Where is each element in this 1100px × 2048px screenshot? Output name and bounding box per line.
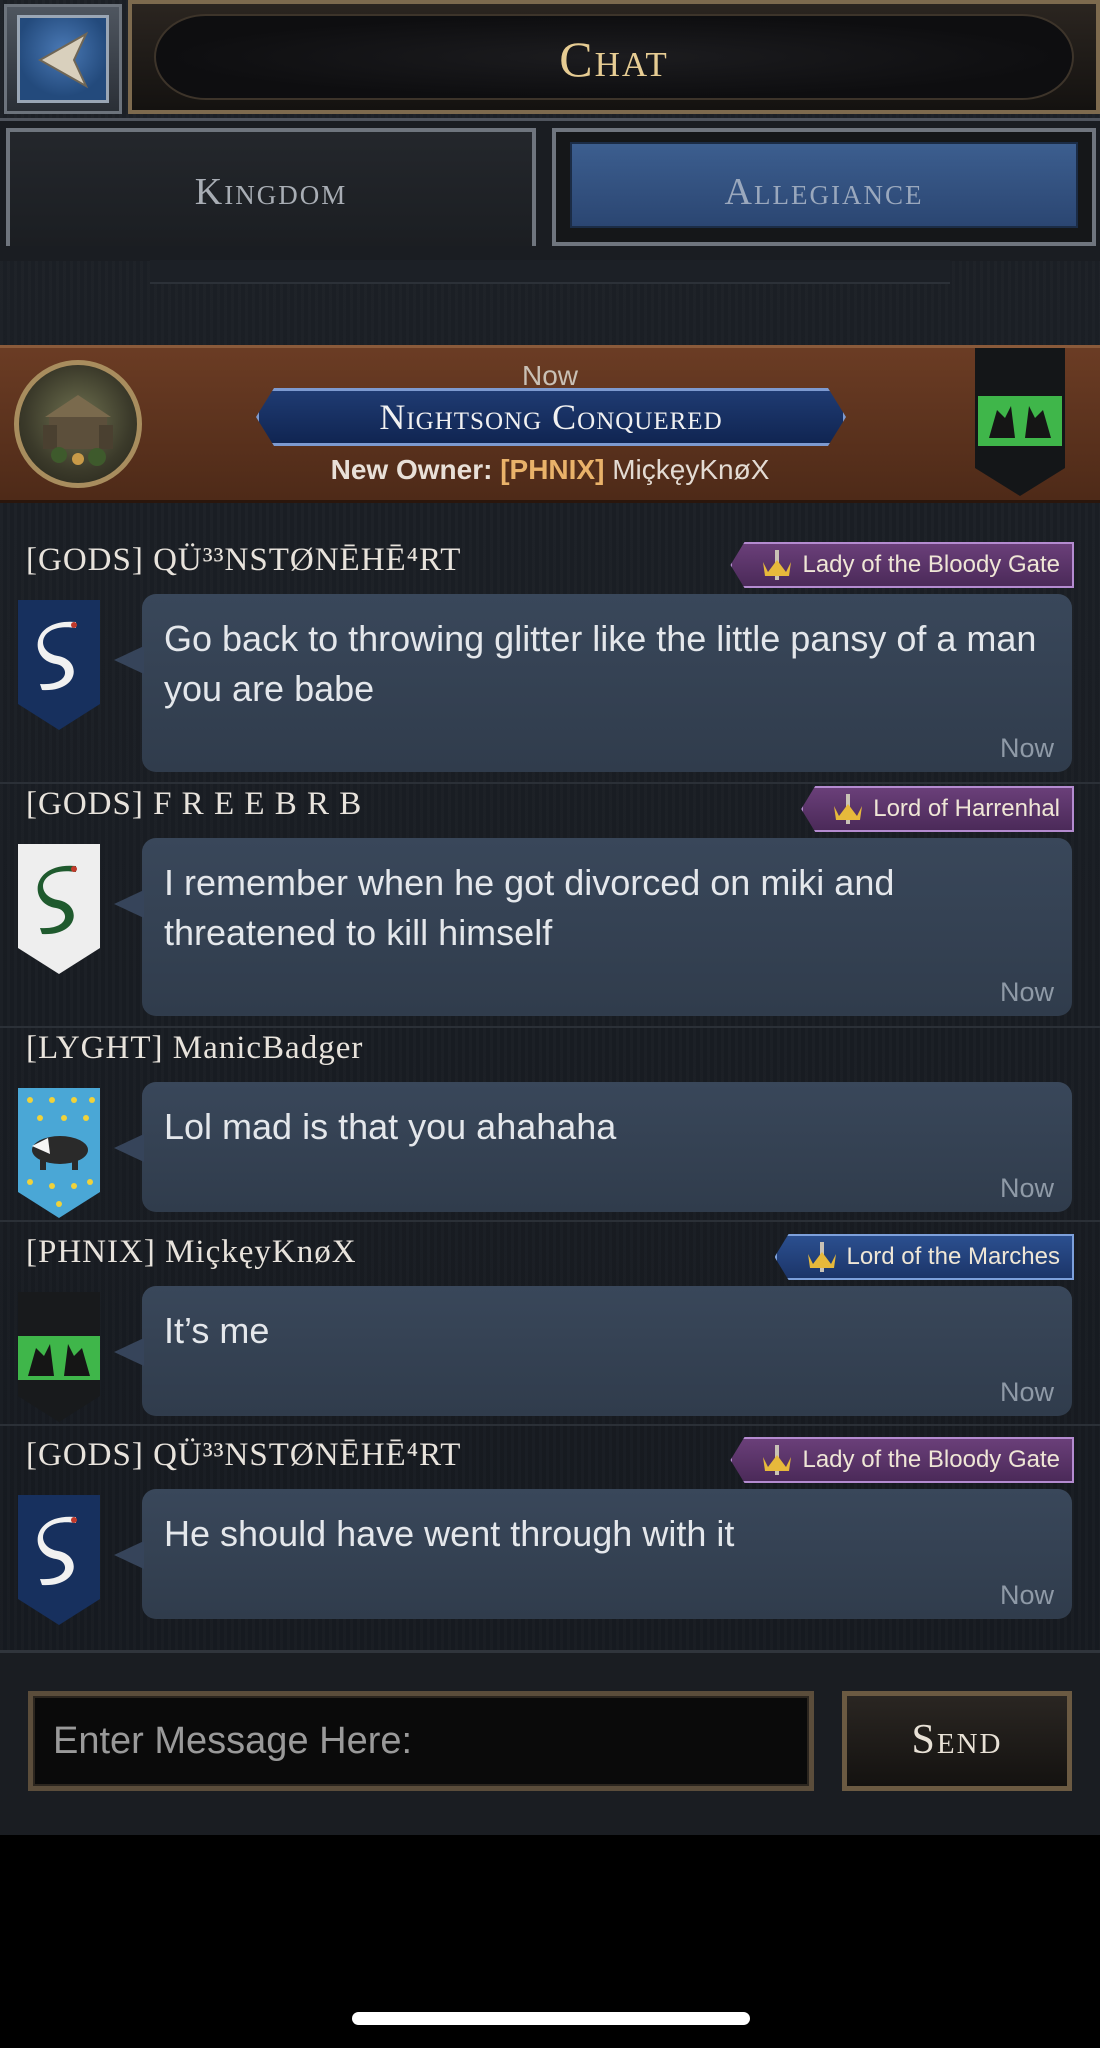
message-text: I remember when he got divorced on miki … xyxy=(164,862,895,953)
page-title: Chat xyxy=(559,31,669,87)
divider xyxy=(0,782,1100,784)
snake-sigil-blue-icon[interactable] xyxy=(18,1495,100,1625)
owner-name: MiçkęyKnøX xyxy=(612,454,770,485)
message-sender[interactable]: [GODS] QÜ³³NSTØNĒHĒ⁴RT xyxy=(26,542,461,579)
message-bubble: I remember when he got divorced on miki … xyxy=(114,838,1072,1016)
message-text: Lol mad is that you ahahaha xyxy=(164,1106,617,1147)
crown-icon xyxy=(763,1445,792,1475)
tab-allegiance-label: Allegiance xyxy=(724,171,924,213)
title-badge: Lady of the Bloody Gate xyxy=(730,1437,1074,1483)
back-arrow-icon xyxy=(37,31,89,89)
message-text: It’s me xyxy=(164,1310,270,1351)
message-sender[interactable]: [LYGHT] ManicBadger xyxy=(26,1030,363,1067)
message-item: [LYGHT] ManicBadger Lol mad is that you … xyxy=(0,1030,1100,1218)
owner-label: New Owner: xyxy=(330,454,493,485)
title-badge-label: Lady of the Bloody Gate xyxy=(802,1446,1060,1473)
announcement-owner: New Owner: [PHNIX] MiçkęyKnøX xyxy=(0,454,1100,486)
chat-screen: Chat Kingdom Allegiance Now Nightsong Co… xyxy=(0,0,1100,1835)
message-bubble: Lol mad is that you ahahaha Now xyxy=(114,1082,1072,1212)
message-input[interactable] xyxy=(33,1696,809,1786)
title-bar: Chat xyxy=(128,0,1100,114)
message-item: [GODS] F R E E B R B Lord of Harrenhal I… xyxy=(0,786,1100,1016)
send-button[interactable]: Send xyxy=(842,1691,1072,1791)
message-bubble: He should have went through with it Now xyxy=(114,1489,1072,1619)
message-bubble: It’s me Now xyxy=(114,1286,1072,1416)
title-badge-label: Lord of Harrenhal xyxy=(873,795,1060,822)
title-badge: Lord of Harrenhal xyxy=(801,786,1074,832)
message-sender[interactable]: [PHNIX] MiçkęyKnøX xyxy=(26,1234,357,1271)
message-input-frame xyxy=(28,1691,814,1791)
message-item: [GODS] QÜ³³NSTØNĒHĒ⁴RT Lady of the Blood… xyxy=(0,1437,1100,1627)
tab-kingdom[interactable]: Kingdom xyxy=(6,128,536,246)
snake-sigil-blue-icon[interactable] xyxy=(18,600,100,730)
message-time: Now xyxy=(999,733,1054,763)
message-sender[interactable]: [GODS] F R E E B R B xyxy=(26,786,362,823)
message-time: Now xyxy=(999,1580,1054,1610)
message-bubble: Go back to throwing glitter like the lit… xyxy=(114,594,1072,772)
message-time: Now xyxy=(999,1173,1054,1203)
message-composer: Send xyxy=(0,1650,1100,1835)
announcement-time: Now xyxy=(521,360,578,391)
home-indicator[interactable] xyxy=(352,2012,750,2025)
crown-icon xyxy=(763,550,792,580)
title-badge-label: Lady of the Bloody Gate xyxy=(802,551,1060,578)
badger-sigil-icon[interactable] xyxy=(18,1088,100,1218)
message-item: [GODS] QÜ³³NSTØNĒHĒ⁴RT Lady of the Blood… xyxy=(0,542,1100,772)
message-text: He should have went through with it xyxy=(164,1513,735,1554)
divider xyxy=(0,1220,1100,1222)
message-time: Now xyxy=(999,977,1054,1007)
divider xyxy=(0,1026,1100,1028)
tab-content-edge xyxy=(150,260,950,284)
message-item: [PHNIX] MiçkęyKnøX Lord of the Marches I… xyxy=(0,1234,1100,1422)
griffin-sigil-green-icon[interactable] xyxy=(18,1292,100,1422)
message-text: Go back to throwing glitter like the lit… xyxy=(164,618,1037,709)
snake-sigil-white-icon[interactable] xyxy=(18,844,100,974)
title-badge: Lord of the Marches xyxy=(774,1234,1074,1280)
back-button[interactable] xyxy=(4,4,122,114)
divider xyxy=(0,1424,1100,1426)
tab-allegiance[interactable]: Allegiance xyxy=(552,128,1096,246)
crown-icon xyxy=(834,794,863,824)
title-badge: Lady of the Bloody Gate xyxy=(730,542,1074,588)
message-time: Now xyxy=(999,1377,1054,1407)
owner-tag: [PHNIX] xyxy=(500,454,605,485)
title-badge-label: Lord of the Marches xyxy=(846,1243,1060,1270)
crown-icon xyxy=(807,1242,836,1272)
conquest-announcement[interactable]: Now Nightsong Conquered New Owner: [PHNI… xyxy=(0,345,1100,503)
message-sender[interactable]: [GODS] QÜ³³NSTØNĒHĒ⁴RT xyxy=(26,1437,461,1474)
tab-kingdom-label: Kingdom xyxy=(194,171,348,213)
announcement-title: Nightsong Conquered xyxy=(379,397,723,437)
green-griffin-banner-icon xyxy=(975,348,1065,496)
